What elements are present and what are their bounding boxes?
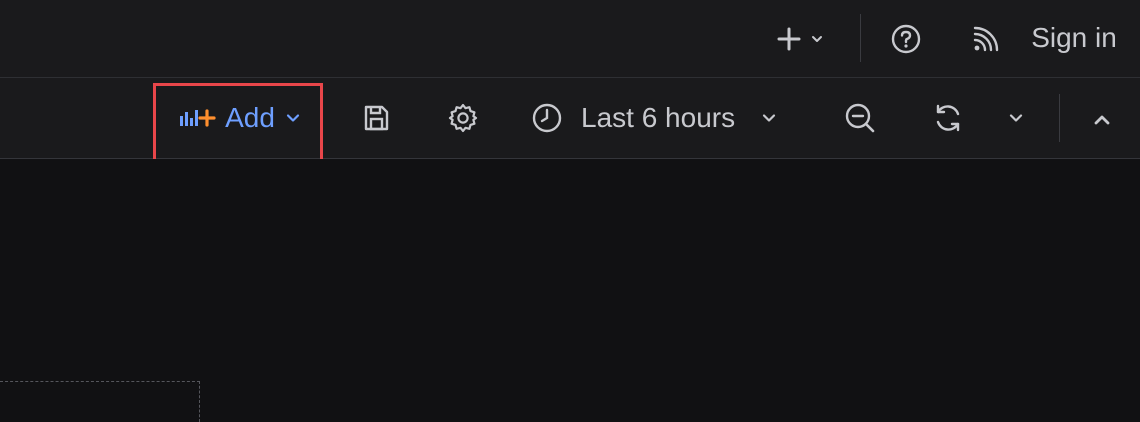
save-dashboard-button[interactable] (356, 98, 396, 138)
zoom-out-icon (843, 101, 877, 135)
add-panel-icon (179, 106, 217, 130)
chevron-down-icon (761, 110, 777, 126)
collapse-toolbar-button[interactable] (1084, 100, 1120, 140)
rss-icon (970, 25, 1000, 55)
navbar-divider (860, 14, 861, 62)
time-range-picker[interactable]: Last 6 hours (530, 96, 806, 140)
toolbar-divider (1059, 94, 1060, 142)
add-dropdown-button[interactable]: Add (170, 96, 310, 140)
chevron-down-icon (810, 32, 824, 46)
sign-in-link[interactable]: Sign in (1024, 19, 1124, 57)
chevron-down-icon (285, 110, 301, 126)
time-range-label: Last 6 hours (581, 102, 736, 133)
empty-panel-placeholder (0, 381, 200, 422)
dashboard-settings-button[interactable] (443, 98, 483, 138)
help-button[interactable] (886, 21, 926, 57)
top-navbar: Sign in (0, 0, 1140, 78)
news-button[interactable] (966, 22, 1004, 58)
new-dropdown-button[interactable] (766, 22, 832, 56)
refresh-interval-dropdown[interactable] (1000, 100, 1032, 136)
chevron-down-icon (1008, 110, 1024, 126)
refresh-dashboard-button[interactable] (926, 98, 970, 138)
add-label: Add (225, 102, 275, 133)
dashboard-canvas (0, 159, 1140, 413)
plus-icon (774, 24, 804, 54)
dashboard-toolbar: Add Last 6 hours (0, 78, 1140, 159)
sync-icon (931, 101, 965, 135)
zoom-out-button[interactable] (840, 98, 880, 138)
angle-up-icon (1091, 109, 1113, 131)
clock-icon (530, 101, 564, 135)
question-circle-icon (890, 23, 922, 55)
save-icon (360, 102, 392, 134)
cog-icon (447, 102, 479, 134)
